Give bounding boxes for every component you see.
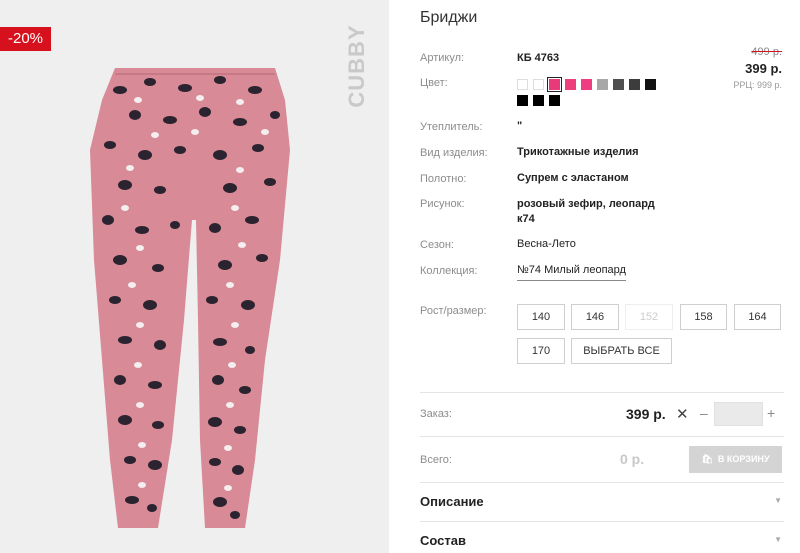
color-swatch-black-4[interactable] [549, 95, 560, 106]
quantity-input[interactable] [714, 402, 763, 426]
add-to-cart-label: В КОРЗИНУ [717, 454, 770, 464]
color-swatch-white-1[interactable] [517, 79, 528, 90]
pattern-label: Рисунок: [420, 198, 465, 210]
type-value: Трикотажные изделия [517, 146, 639, 158]
fabric-label: Полотно: [420, 173, 467, 185]
product-image[interactable] [80, 60, 310, 535]
color-swatch-grey-3[interactable] [629, 79, 640, 90]
color-swatch-white-2[interactable] [533, 79, 544, 90]
color-swatch-grey-1[interactable] [597, 79, 608, 90]
divider [420, 521, 784, 522]
cart-icon: 🛍 [701, 454, 713, 464]
color-swatch-grey-2[interactable] [613, 79, 624, 90]
collection-label: Коллекция: [420, 265, 478, 277]
chevron-down-icon[interactable]: ▼ [774, 535, 782, 544]
pattern-value-line1: розовый зефир, леопард [517, 198, 655, 210]
type-label: Вид изделия: [420, 147, 488, 159]
current-price: 399 р. [745, 61, 782, 76]
size-button-170[interactable]: 170 [517, 338, 565, 364]
product-title: Бриджи [420, 9, 478, 26]
color-label: Цвет: [420, 77, 448, 89]
fabric-value: Супрем с эластаном [517, 172, 629, 184]
color-swatch-black-1[interactable] [645, 79, 656, 90]
select-all-sizes-button[interactable]: ВЫБРАТЬ ВСЕ [571, 338, 672, 364]
size-label: Рост/размер: [420, 305, 487, 317]
color-swatch-pink-1[interactable] [547, 77, 562, 92]
accordion-composition[interactable]: Состав [420, 533, 466, 548]
collection-link[interactable]: №74 Милый леопард [517, 263, 626, 281]
color-swatch-pink-2[interactable] [565, 79, 576, 90]
rrc-price: РРЦ: 999 р. [733, 80, 782, 90]
article-label: Артикул: [420, 52, 465, 64]
size-button-140[interactable]: 140 [517, 304, 565, 330]
product-gallery: -20% CUBBY [0, 0, 389, 553]
increase-quantity-button[interactable]: + [767, 405, 775, 421]
season-label: Сезон: [420, 239, 454, 251]
divider [420, 392, 784, 393]
accordion-description[interactable]: Описание [420, 494, 484, 509]
brand-logo-text: CUBBY [344, 24, 369, 107]
total-value: 0 р. [620, 451, 645, 467]
insulation-label: Утеплитель: [420, 121, 483, 133]
order-price: 399 р. [626, 406, 666, 422]
article-value: КБ 4763 [517, 52, 560, 64]
product-info: Бриджи 499 р. 399 р. РРЦ: 999 р. Артикул… [420, 0, 784, 553]
discount-badge: -20% [0, 27, 51, 51]
size-button-164[interactable]: 164 [734, 304, 781, 330]
old-price: 499 р. [751, 46, 782, 58]
chevron-down-icon[interactable]: ▼ [774, 496, 782, 505]
divider [420, 482, 784, 483]
color-swatch-black-3[interactable] [533, 95, 544, 106]
brand-logo: CUBBY [344, 24, 369, 107]
insulation-value: " [517, 120, 523, 132]
add-to-cart-button[interactable]: 🛍 В КОРЗИНУ [689, 446, 782, 473]
color-swatch-pink-3[interactable] [581, 79, 592, 90]
size-button-152: 152 [625, 304, 673, 330]
color-swatch-black-2[interactable] [517, 95, 528, 106]
size-button-158[interactable]: 158 [680, 304, 727, 330]
season-value: Весна-Лето [517, 238, 576, 250]
divider [420, 436, 784, 437]
remove-icon[interactable]: ✕ [676, 405, 689, 423]
order-label: Заказ: [420, 408, 452, 420]
size-button-146[interactable]: 146 [571, 304, 619, 330]
decrease-quantity-button[interactable]: – [700, 405, 708, 421]
pattern-value-line2: к74 [517, 213, 535, 225]
total-label: Всего: [420, 454, 452, 466]
